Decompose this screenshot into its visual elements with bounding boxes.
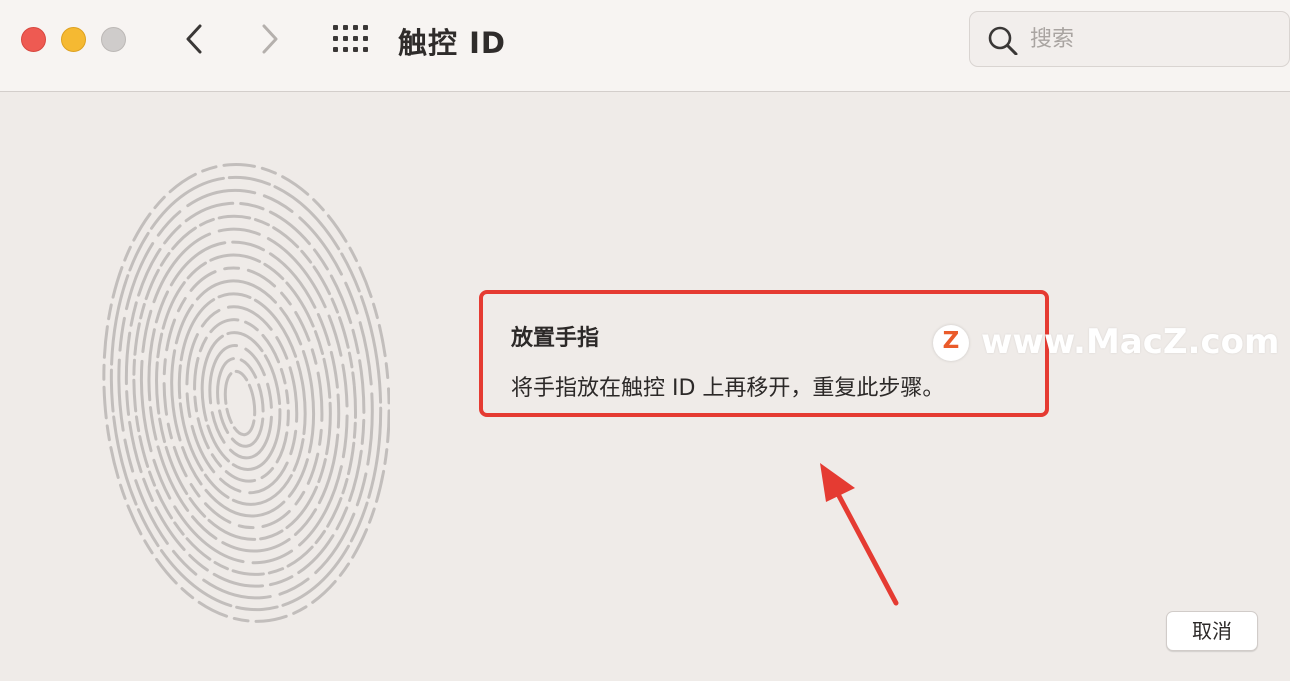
watermark-text: www.MacZ.com (981, 322, 1280, 362)
minimize-window-button[interactable] (61, 27, 86, 52)
watermark-logo-icon: Z (933, 325, 969, 361)
prompt-title: 放置手指 (511, 326, 600, 351)
annotation-arrow-icon (820, 463, 899, 606)
touch-id-window: 触控 ID 放置手指 将手指放在触控 ID 上再移开，重复此步骤。 Z www.… (0, 0, 1290, 681)
forward-button[interactable] (252, 20, 288, 58)
close-window-button[interactable] (21, 27, 46, 52)
chevron-right-icon (262, 24, 278, 54)
show-all-button[interactable] (332, 24, 370, 54)
prompt-description: 将手指放在触控 ID 上再移开，重复此步骤。 (511, 376, 945, 401)
window-title: 触控 ID (398, 26, 506, 60)
grid-icon (333, 25, 368, 52)
search-input[interactable] (1030, 24, 1270, 54)
chevron-left-icon (186, 24, 202, 54)
watermark: Z www.MacZ.com (933, 322, 1280, 364)
search-field[interactable] (969, 11, 1290, 67)
search-icon (988, 26, 1018, 55)
fingerprint-icon (102, 162, 390, 623)
back-button[interactable] (178, 20, 214, 58)
toolbar: 触控 ID (0, 0, 1290, 92)
cancel-button[interactable]: 取消 (1166, 611, 1258, 651)
zoom-window-button[interactable] (101, 27, 126, 52)
